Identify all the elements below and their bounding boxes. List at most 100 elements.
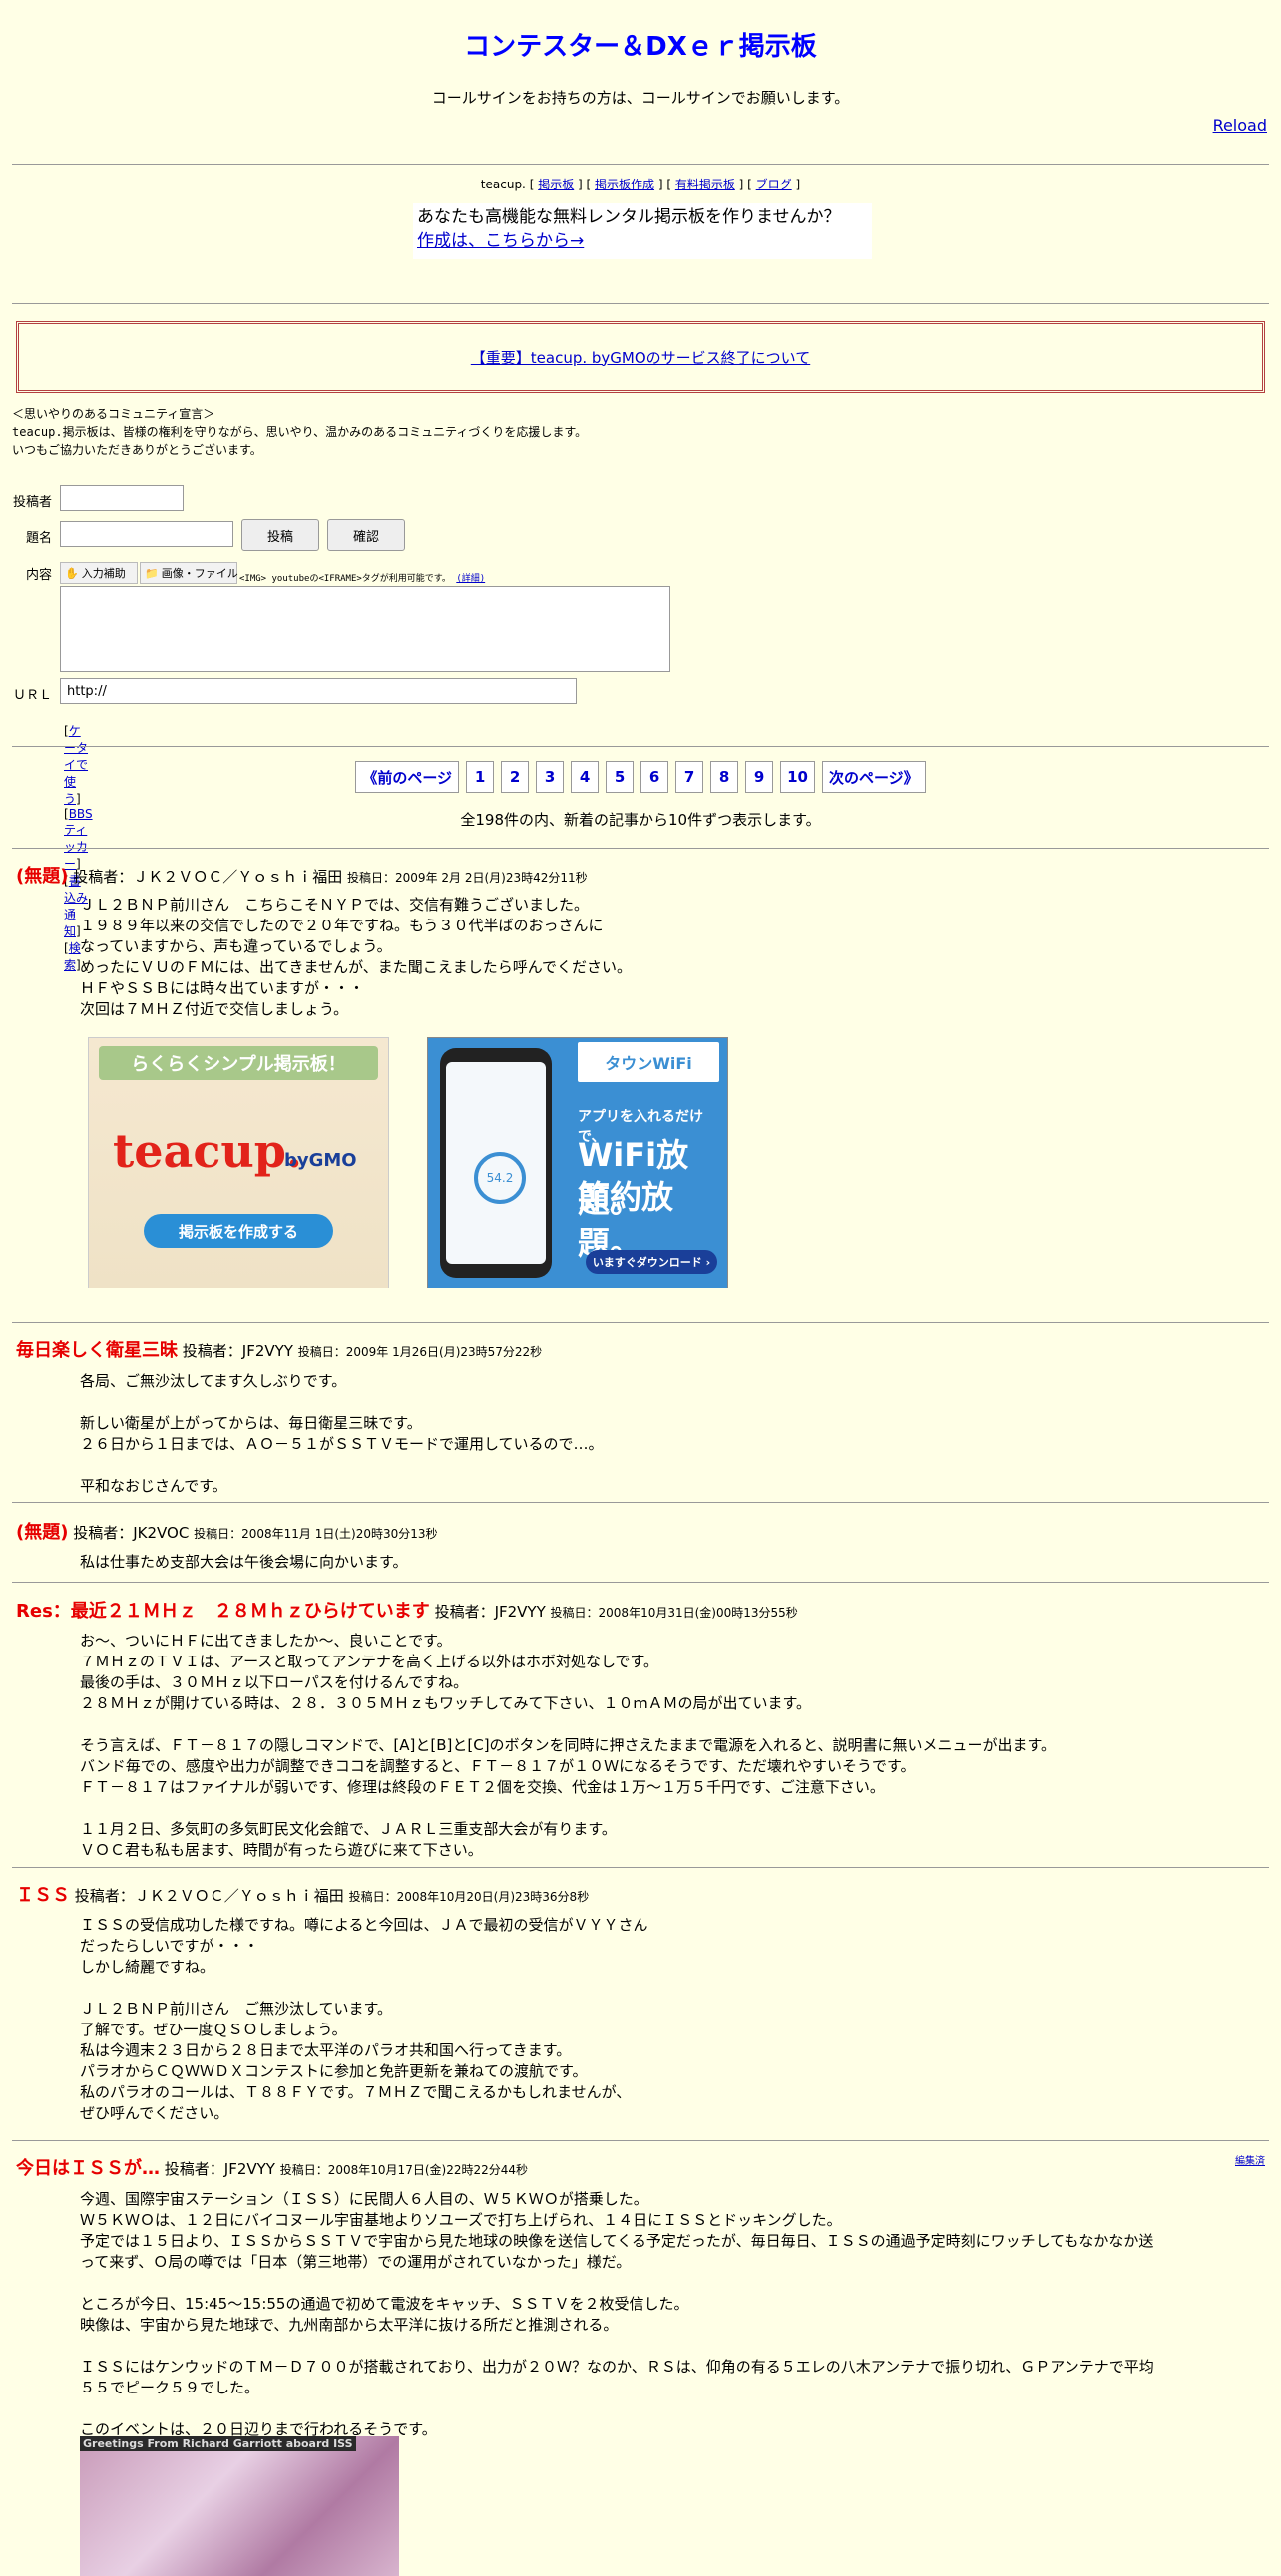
page-4[interactable]: 4	[571, 761, 600, 793]
image-file-button[interactable]: 📁 画像・ファイル	[140, 562, 238, 584]
post-author: 投稿者：ＪＫ２ＶＯＣ／Ｙｏｓｈｉ福田	[74, 1887, 344, 1905]
post-body: 各局、ご無沙汰してます久しぶりです。 新しい衛星が上がってからは、毎日衛星三昧で…	[80, 1372, 604, 1495]
declaration-line: ＜思いやりのあるコミュニティ宣言＞	[12, 407, 215, 421]
post-header: 毎日楽しく衛星三昧 投稿者：JF2VYY 投稿日：2009年 1月26日(月)2…	[16, 1336, 542, 1362]
page-title: コンテスター＆DXｅｒ掲示板	[464, 32, 817, 62]
gmo-logo: byGMO	[284, 1150, 357, 1171]
prev-page-button[interactable]: 《前のページ	[355, 761, 460, 793]
pager: 《前のページ 1 2 3 4 5 6 7 8 9 10 次のページ》	[0, 761, 1281, 793]
image-file-label: 画像・ファイル	[161, 567, 238, 580]
post-author: 投稿者：JK2VOC	[73, 1524, 190, 1542]
post-header: (無題) 投稿者：JK2VOC 投稿日：2008年11月 1日(土)20時30分…	[16, 1518, 438, 1544]
post-date: 投稿日：2009年 1月26日(月)23時57分22秒	[297, 1345, 543, 1359]
sstv-image[interactable]: Greetings From Richard Garriott aboard I…	[80, 2436, 399, 2576]
post-count: 全198件の内、新着の記事から10件ずつ表示します。	[460, 811, 821, 829]
divider	[12, 746, 1269, 747]
post-body: 今週、国際宇宙ステーション（ＩＳＳ）に民間人６人目の、Ｗ５ＫＷＯが搭乗した。 Ｗ…	[80, 2190, 1154, 2438]
page-7[interactable]: 7	[675, 761, 704, 793]
post-subject: (無題)	[16, 866, 69, 887]
promo-text: あなたも高機能な無料レンタル掲示板を作りませんか？	[417, 207, 841, 227]
divider	[12, 2140, 1269, 2141]
confirm-button[interactable]: 確認	[327, 519, 405, 551]
post-body: ＩＳＳの受信成功した様ですね。噂によると今回は、ＪＡで最初の受信がＶＹＹさん だ…	[80, 1916, 648, 2122]
teacup-logo: teacup.	[113, 1124, 302, 1178]
post-date: 投稿日：2009年 2月 2日(月)23時42分11秒	[347, 871, 588, 885]
nav-link-paid[interactable]: 有料掲示板	[675, 178, 735, 191]
page-2[interactable]: 2	[501, 761, 530, 793]
promo-link[interactable]: 作成は、こちらから→	[417, 231, 584, 251]
post-header: (無題) 投稿者：ＪＫ２ＶＯＣ／Ｙｏｓｈｉ福田 投稿日：2009年 2月 2日(…	[16, 862, 588, 888]
submit-button[interactable]: 投稿	[241, 519, 319, 551]
post-body: 私は仕事ため支部大会は午後会場に向かいます。	[80, 1553, 408, 1571]
post-body: お～、ついにＨＦに出てきましたか～、良いことです。 ７ＭＨｚのＴＶＩは、アースと…	[80, 1632, 1056, 1859]
town-wifi-logo: タウンWiFi	[578, 1042, 719, 1082]
divider	[12, 1502, 1269, 1503]
post-date: 投稿日：2008年10月31日(金)00時13分55秒	[550, 1606, 798, 1620]
nav-link-bbs[interactable]: 掲示板	[538, 178, 574, 191]
poster-label: 投稿者	[12, 495, 52, 510]
divider	[12, 848, 1269, 849]
divider	[12, 164, 1269, 165]
content-label: 内容	[25, 568, 52, 583]
input-assist-button[interactable]: ✋ 入力補助	[60, 562, 138, 584]
sstv-caption: Greetings From Richard Garriott aboard I…	[80, 2436, 356, 2451]
post-date: 投稿日：2008年10月20日(月)23時36分8秒	[348, 1890, 590, 1904]
declaration-line: teacup.掲示板は、皆様の権利を守りながら、思いやり、温かみのあるコミュニテ…	[12, 425, 588, 439]
community-declaration: ＜思いやりのあるコミュニティ宣言＞ teacup.掲示板は、皆様の権利を守りなが…	[12, 405, 587, 459]
post-date: 投稿日：2008年10月17日(金)22時22分44秒	[279, 2163, 529, 2177]
post-body: ＪＬ２ＢＮＰ前川さん こちらこそＮＹＰでは、交信有難うございました。 １９８９年…	[80, 896, 633, 1018]
reload-link[interactable]: Reload	[1213, 116, 1267, 135]
hand-icon: ✋	[65, 566, 79, 580]
download-button[interactable]: いますぐダウンロード ›	[586, 1250, 717, 1274]
page-1[interactable]: 1	[466, 761, 495, 793]
create-board-button[interactable]: 掲示板を作成する	[144, 1214, 333, 1248]
hint-detail-link[interactable]: (詳細)	[456, 574, 485, 584]
tag-hint: <IMG> youtubeの<IFRAME>タグが利用可能です。 (詳細)	[239, 571, 485, 584]
poster-input[interactable]	[60, 485, 184, 511]
post-author: 投稿者：JF2VYY	[182, 1342, 293, 1360]
phone-image: 54.2	[440, 1048, 552, 1278]
divider	[12, 303, 1269, 304]
lead-text: コールサインをお持ちの方は、コールサインでお願いします。	[431, 89, 850, 107]
town-wifi-ad-banner[interactable]: 54.2 タウンWiFi アプリを入れるだけで、 WiFi放題。 節約放題。 い…	[427, 1037, 728, 1288]
subject-label: 題名	[25, 531, 52, 546]
folder-icon: 📁	[145, 566, 159, 580]
page-6[interactable]: 6	[640, 761, 669, 793]
top-nav: teacup. [ 掲示板 ] [ 掲示板作成 ] [ 有料掲示板 ] [ ブロ…	[480, 178, 801, 191]
page-10[interactable]: 10	[780, 761, 815, 793]
post-author: 投稿者：JF2VYY	[434, 1603, 546, 1621]
nav-link-blog[interactable]: ブログ	[756, 178, 792, 191]
brand-text: teacup.	[480, 178, 526, 191]
url-input[interactable]	[60, 678, 577, 704]
content-textarea[interactable]	[60, 586, 670, 672]
notice-link[interactable]: 【重要】teacup. byGMOのサービス終了について	[471, 347, 810, 368]
input-assist-label: 入力補助	[81, 567, 126, 580]
post-subject: ＩＳＳ	[16, 1885, 70, 1906]
next-page-button[interactable]: 次のページ》	[821, 761, 926, 793]
url-label: ＵＲＬ	[12, 688, 52, 703]
post-author: 投稿者：ＪＫ２ＶＯＣ／Ｙｏｓｈｉ福田	[73, 868, 343, 886]
page-8[interactable]: 8	[710, 761, 739, 793]
declaration-line: いつもご協力いただきありがとうございます。	[12, 443, 262, 457]
page-9[interactable]: 9	[745, 761, 774, 793]
page-3[interactable]: 3	[536, 761, 565, 793]
teacup-ad-banner[interactable]: らくらくシンプル掲示板！ teacup. byGMO 掲示板を作成する	[88, 1037, 389, 1288]
edited-link[interactable]: 編集済	[1235, 2152, 1265, 2167]
post-subject: (無題)	[16, 1522, 69, 1543]
promo-box: あなたも高機能な無料レンタル掲示板を作りませんか？ 作成は、こちらから→	[413, 203, 872, 259]
search-link[interactable]: 検索	[64, 941, 81, 972]
post-subject: 今日はＩＳＳが…	[16, 2158, 160, 2179]
subject-input[interactable]	[60, 521, 233, 547]
post-subject: 毎日楽しく衛星三昧	[16, 1340, 178, 1361]
ad-title: らくらくシンプル掲示板！	[99, 1046, 378, 1080]
speed-gauge: 54.2	[474, 1152, 526, 1204]
post-header: Res：最近２１ＭＨｚ ２８Ｍｈｚひらけています 投稿者：JF2VYY 投稿日：…	[16, 1597, 798, 1623]
post-header: ＩＳＳ 投稿者：ＪＫ２ＶＯＣ／Ｙｏｓｈｉ福田 投稿日：2008年10月20日(月…	[16, 1881, 589, 1907]
divider	[12, 1867, 1269, 1868]
hint-text: <IMG> youtubeの<IFRAME>タグが利用可能です。	[239, 574, 451, 584]
post-header: 今日はＩＳＳが… 投稿者：JF2VYY 投稿日：2008年10月17日(金)22…	[16, 2154, 528, 2180]
post-subject: Res：最近２１ＭＨｚ ２８Ｍｈｚひらけています	[16, 1601, 430, 1622]
page-5[interactable]: 5	[606, 761, 635, 793]
divider	[12, 1582, 1269, 1583]
nav-link-create[interactable]: 掲示板作成	[595, 178, 654, 191]
